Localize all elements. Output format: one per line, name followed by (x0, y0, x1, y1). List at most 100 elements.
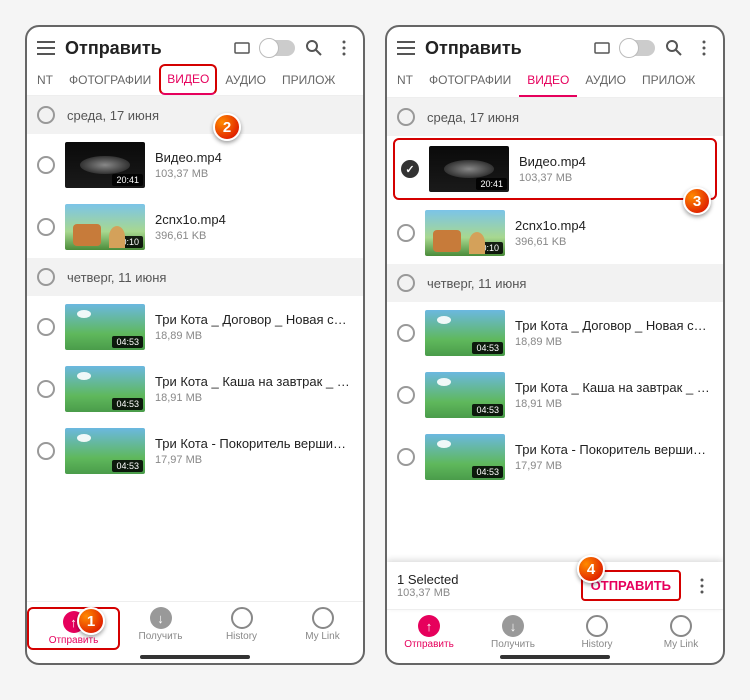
video-info: Три Кота _ Договор _ Новая серия 149 _ М… (155, 312, 353, 343)
duration-badge: 04:53 (472, 342, 503, 354)
video-filesize: 18,91 MB (515, 398, 713, 410)
nav-label: My Link (305, 631, 339, 642)
tab-photos[interactable]: ФОТОГРАФИИ (61, 65, 159, 95)
video-info: Три Кота _ Каша на завтрак _ Мультфи... … (155, 374, 353, 405)
app-header: Отправить (387, 27, 723, 65)
video-thumbnail: 00:10 (65, 204, 145, 250)
video-item[interactable]: 04:53 Три Кота _ Каша на завтрак _ Мульт… (387, 364, 723, 426)
video-filesize: 396,61 KB (515, 236, 713, 248)
video-filesize: 18,89 MB (515, 336, 713, 348)
video-item-selected[interactable]: 20:41 Видео.mp4 103,37 MB (393, 138, 717, 200)
nav-mylink[interactable]: ⧉ My Link (282, 607, 363, 650)
clock-icon: ◷ (586, 615, 608, 637)
tab-recent[interactable]: NT (389, 65, 421, 97)
nav-label: History (226, 631, 257, 642)
tab-recent[interactable]: NT (29, 65, 61, 95)
video-item[interactable]: 00:10 2cnx1o.mp4 396,61 KB (27, 196, 363, 258)
item-radio[interactable] (37, 218, 55, 236)
item-radio[interactable] (397, 448, 415, 466)
nav-mylink[interactable]: ⧉ My Link (639, 615, 723, 650)
nav-label: History (581, 639, 612, 650)
page-title: Отправить (425, 38, 583, 59)
video-item[interactable]: 20:41 Видео.mp4 103,37 MB (27, 134, 363, 196)
tab-apps[interactable]: ПРИЛОЖ (634, 65, 703, 97)
date-header[interactable]: среда, 17 июня (27, 96, 363, 134)
video-info: Три Кота - Покоритель вершин - ... 17,97… (155, 436, 353, 467)
duration-badge: 20:41 (476, 178, 507, 190)
item-radio[interactable] (37, 318, 55, 336)
selection-bar: 1 Selected 103,37 MB ОТПРАВИТЬ (387, 562, 723, 609)
duration-badge: 04:53 (472, 466, 503, 478)
video-info: 2cnx1o.mp4 396,61 KB (155, 212, 353, 243)
nav-history[interactable]: ◷ History (201, 607, 282, 650)
step-badge-4: 4 (577, 555, 605, 583)
select-all-radio[interactable] (37, 268, 55, 286)
menu-icon[interactable] (395, 37, 417, 59)
search-icon[interactable] (303, 37, 325, 59)
tabs: NT ФОТОГРАФИИ ВИДЕО АУДИО ПРИЛОЖ (387, 65, 723, 98)
nav-receive[interactable]: ↓ Получить (120, 607, 201, 650)
item-radio[interactable] (37, 156, 55, 174)
duration-badge: 04:53 (112, 398, 143, 410)
video-info: 2cnx1o.mp4 396,61 KB (515, 218, 713, 249)
duration-badge: 00:10 (112, 236, 143, 248)
select-all-radio[interactable] (37, 106, 55, 124)
cast-icon[interactable] (231, 37, 253, 59)
video-filename: 2cnx1o.mp4 (155, 212, 353, 229)
duration-badge: 20:41 (112, 174, 143, 186)
date-header[interactable]: четверг, 11 июня (27, 258, 363, 296)
menu-icon[interactable] (35, 37, 57, 59)
more-icon[interactable] (693, 37, 715, 59)
toggle-switch[interactable] (621, 40, 655, 56)
date-header[interactable]: среда, 17 июня (387, 98, 723, 136)
video-filename: Три Кота - Покоритель вершин - ... (515, 442, 713, 459)
video-filename: Видео.mp4 (519, 154, 709, 171)
nav-label: Получить (139, 631, 183, 642)
tab-video[interactable]: ВИДЕО (159, 64, 217, 95)
video-filename: Видео.mp4 (155, 150, 353, 167)
more-icon[interactable] (691, 575, 713, 597)
date-header[interactable]: четверг, 11 июня (387, 264, 723, 302)
date-label: среда, 17 июня (67, 108, 159, 123)
search-icon[interactable] (663, 37, 685, 59)
nav-history[interactable]: ◷ History (555, 615, 639, 650)
video-filename: Три Кота _ Договор _ Новая серия 149 _ М… (515, 318, 713, 335)
cast-icon[interactable] (591, 37, 613, 59)
video-thumbnail: 00:10 (425, 210, 505, 256)
video-item[interactable]: 04:53 Три Кота _ Договор _ Новая серия 1… (27, 296, 363, 358)
tab-photos[interactable]: ФОТОГРАФИИ (421, 65, 519, 97)
more-icon[interactable] (333, 37, 355, 59)
video-filename: 2cnx1o.mp4 (515, 218, 713, 235)
item-radio[interactable] (397, 324, 415, 342)
item-radio-checked[interactable] (401, 160, 419, 178)
nav-label: Отправить (49, 635, 99, 646)
item-radio[interactable] (397, 386, 415, 404)
video-item[interactable]: 00:10 2cnx1o.mp4 396,61 KB (387, 202, 723, 264)
video-filesize: 17,97 MB (515, 460, 713, 472)
video-item[interactable]: 04:53 Три Кота - Покоритель вершин - ...… (27, 420, 363, 482)
video-item[interactable]: 04:53 Три Кота - Покоритель вершин - ...… (387, 426, 723, 488)
nav-receive[interactable]: ↓ Получить (471, 615, 555, 650)
tab-audio[interactable]: АУДИО (217, 65, 274, 95)
video-thumbnail: 20:41 (65, 142, 145, 188)
nav-send[interactable]: ↑ Отправить (387, 615, 471, 650)
phone-left: Отправить NT ФОТОГРАФИИ ВИДЕО АУДИО ПРИЛ… (25, 25, 365, 665)
select-all-radio[interactable] (397, 108, 415, 126)
tab-audio[interactable]: АУДИО (577, 65, 634, 97)
item-radio[interactable] (397, 224, 415, 242)
link-icon: ⧉ (670, 615, 692, 637)
tab-apps[interactable]: ПРИЛОЖ (274, 65, 343, 95)
page-title: Отправить (65, 38, 223, 59)
tab-video[interactable]: ВИДЕО (519, 65, 577, 97)
video-filename: Три Кота - Покоритель вершин - ... (155, 436, 353, 453)
item-radio[interactable] (37, 442, 55, 460)
video-info: Видео.mp4 103,37 MB (519, 154, 709, 185)
item-radio[interactable] (37, 380, 55, 398)
video-item[interactable]: 04:53 Три Кота _ Договор _ Новая серия 1… (387, 302, 723, 364)
nav-send[interactable]: ↑ Отправить (27, 607, 120, 650)
select-all-radio[interactable] (397, 274, 415, 292)
nav-label: Получить (491, 639, 535, 650)
toggle-switch[interactable] (261, 40, 295, 56)
video-item[interactable]: 04:53 Три Кота _ Каша на завтрак _ Мульт… (27, 358, 363, 420)
video-filename: Три Кота _ Договор _ Новая серия 149 _ М… (155, 312, 353, 329)
